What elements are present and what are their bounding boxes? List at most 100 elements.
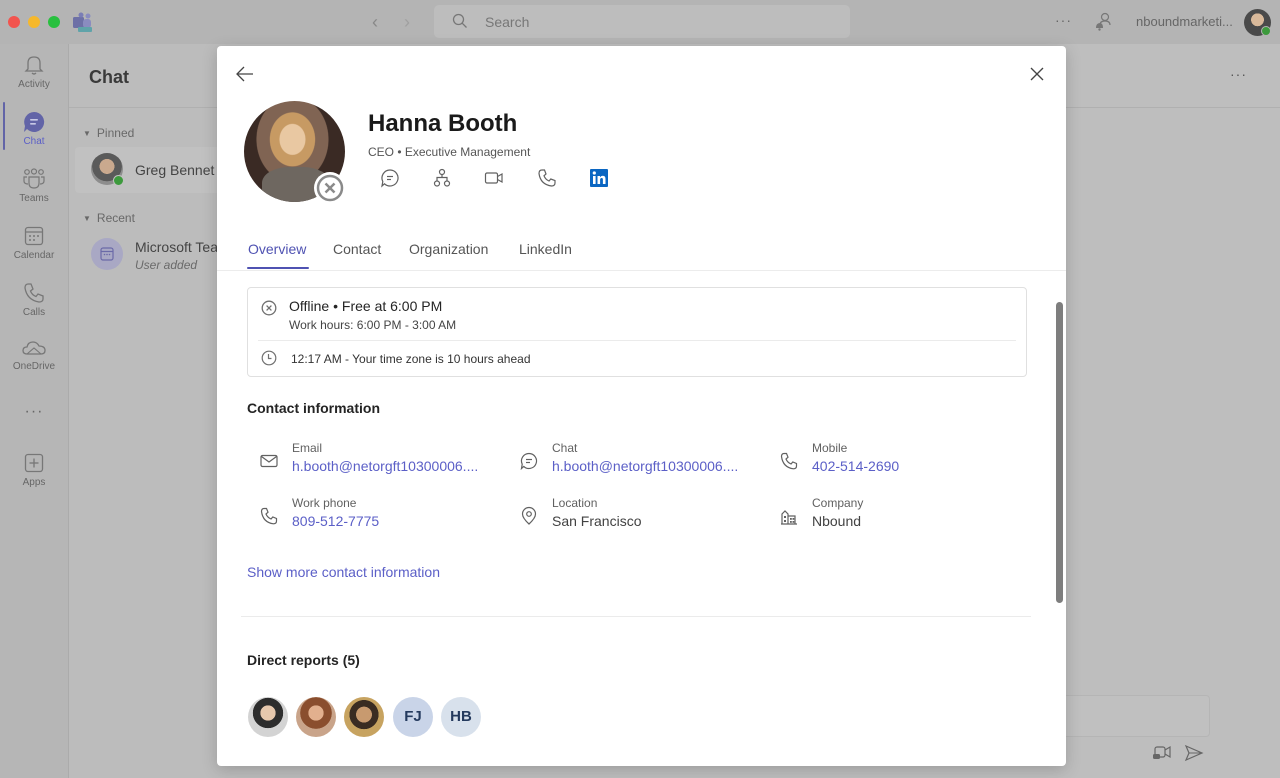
location-icon	[521, 506, 537, 525]
recent-label: Recent	[96, 211, 135, 225]
search-placeholder: Search	[485, 14, 530, 30]
rail-label: Calendar	[13, 250, 55, 261]
chat-icon	[520, 452, 538, 471]
back-arrow-icon[interactable]	[235, 64, 255, 84]
close-window-button[interactable]	[8, 16, 20, 28]
direct-report-avatar[interactable]	[248, 697, 288, 737]
active-tab-indicator	[247, 267, 309, 269]
show-more-contact-link[interactable]: Show more contact information	[247, 564, 440, 580]
cloud-icon	[22, 341, 46, 355]
availability-status: Offline • Free at 6:00 PM	[289, 298, 443, 314]
direct-report-avatar[interactable]: FJ	[393, 697, 433, 737]
rail-item-onedrive[interactable]: OneDrive	[0, 338, 68, 390]
work-hours: Work hours: 6:00 PM - 3:00 AM	[289, 318, 457, 332]
rail-item-activity[interactable]: Activity	[0, 54, 68, 106]
back-nav-button[interactable]: ‹	[372, 12, 378, 32]
direct-report-avatar[interactable]	[296, 697, 336, 737]
title-bar: ‹ › Search ··· nboundmarketi...	[0, 0, 1280, 44]
building-icon	[781, 510, 797, 525]
rail-label: OneDrive	[12, 361, 56, 372]
rail-item-more[interactable]: ···	[0, 400, 68, 424]
email-link[interactable]: h.booth@netorgft10300006....	[292, 458, 478, 474]
offline-status-icon	[261, 300, 277, 316]
tab-contact[interactable]: Contact	[333, 241, 381, 257]
local-time: 12:17 AM - Your time zone is 10 hours ah…	[291, 352, 531, 366]
chat-link[interactable]: h.booth@netorgft10300006....	[552, 458, 738, 474]
phone-icon	[780, 452, 798, 470]
calendar-icon	[24, 226, 44, 246]
rail-item-apps[interactable]: Apps	[0, 452, 68, 504]
search-bar[interactable]: Search	[434, 5, 850, 38]
mail-icon	[260, 454, 278, 468]
rail-item-chat[interactable]: Chat	[0, 111, 68, 163]
divider	[258, 340, 1016, 341]
rail-label: Calls	[22, 307, 46, 318]
contact-work-phone: Work phone 809-512-7775	[247, 496, 487, 536]
teams-icon	[23, 168, 45, 189]
send-icon[interactable]	[1184, 744, 1204, 762]
chat-subtitle: User added	[135, 258, 198, 272]
available-status-icon	[1261, 26, 1271, 36]
contact-company: Company Nbound	[767, 496, 1007, 536]
rail-label: Activity	[18, 79, 50, 90]
phone-icon	[260, 507, 278, 525]
contact-chat: Chat h.booth@netorgft10300006....	[507, 441, 747, 481]
org-chart-icon[interactable]	[432, 168, 452, 188]
minimize-window-button[interactable]	[28, 16, 40, 28]
contact-label: Chat	[552, 441, 578, 455]
app-rail: Activity Chat Teams Calendar Calls OneDr…	[0, 44, 68, 778]
mobile-link[interactable]: 402-514-2690	[812, 458, 899, 474]
work-phone-link[interactable]: 809-512-7775	[292, 513, 379, 529]
location-value: San Francisco	[552, 513, 642, 529]
profile-tabs: Overview Contact Organization LinkedIn	[217, 236, 1066, 271]
clock-icon	[261, 350, 277, 366]
presence-notification-icon[interactable]	[1094, 12, 1112, 32]
contact-label: Work phone	[292, 496, 357, 510]
contact-email: Email h.booth@netorgft10300006....	[247, 441, 487, 481]
offline-status-icon	[316, 174, 344, 202]
video-call-icon[interactable]	[484, 168, 504, 188]
tab-linkedin[interactable]: LinkedIn	[519, 241, 572, 257]
direct-report-avatar[interactable]	[344, 697, 384, 737]
meet-now-icon[interactable]	[1152, 744, 1172, 762]
forward-nav-button[interactable]: ›	[404, 12, 410, 32]
chat-name: Greg Bennet	[135, 162, 215, 178]
available-status-icon	[113, 175, 124, 186]
pinned-section-toggle[interactable]: ▼ Pinned	[83, 126, 134, 140]
contact-label: Company	[812, 496, 864, 510]
divider	[241, 616, 1031, 617]
rail-item-calendar[interactable]: Calendar	[0, 225, 68, 277]
profile-job-title: CEO • Executive Management	[368, 145, 531, 159]
more-options-button[interactable]: ···	[1230, 66, 1247, 82]
contact-label: Location	[552, 496, 598, 510]
more-options-button[interactable]: ···	[1055, 12, 1072, 28]
recent-section-toggle[interactable]: ▼ Recent	[83, 211, 135, 225]
tab-organization[interactable]: Organization	[409, 241, 488, 257]
linkedin-icon[interactable]	[589, 168, 609, 188]
message-compose-box[interactable]	[1050, 695, 1210, 737]
availability-card: Offline • Free at 6:00 PM Work hours: 6:…	[247, 287, 1027, 377]
calendar-icon	[100, 247, 114, 261]
caret-down-icon: ▼	[83, 214, 91, 223]
zoom-window-button[interactable]	[48, 16, 60, 28]
add-apps-icon	[24, 453, 44, 473]
rail-label: Chat	[23, 136, 45, 147]
close-icon[interactable]	[1029, 66, 1045, 82]
org-name[interactable]: nboundmarketi...	[1136, 14, 1233, 29]
chat-pane-title: Chat	[89, 67, 129, 87]
tab-overview[interactable]: Overview	[248, 241, 306, 257]
contact-label: Email	[292, 441, 323, 455]
rail-item-calls[interactable]: Calls	[0, 282, 68, 334]
rail-label: Teams	[19, 193, 49, 204]
bell-icon	[24, 56, 44, 75]
direct-report-avatar[interactable]: HB	[441, 697, 481, 737]
contact-label: Mobile	[812, 441, 848, 455]
offline-status-badge	[314, 172, 346, 204]
scrollbar-thumb[interactable]	[1056, 302, 1063, 603]
company-value: Nbound	[812, 513, 862, 529]
phone-icon	[24, 283, 44, 303]
rail-item-teams[interactable]: Teams	[0, 168, 68, 220]
chat-icon[interactable]	[380, 168, 400, 188]
phone-icon[interactable]	[537, 168, 557, 188]
chat-icon	[24, 111, 45, 132]
